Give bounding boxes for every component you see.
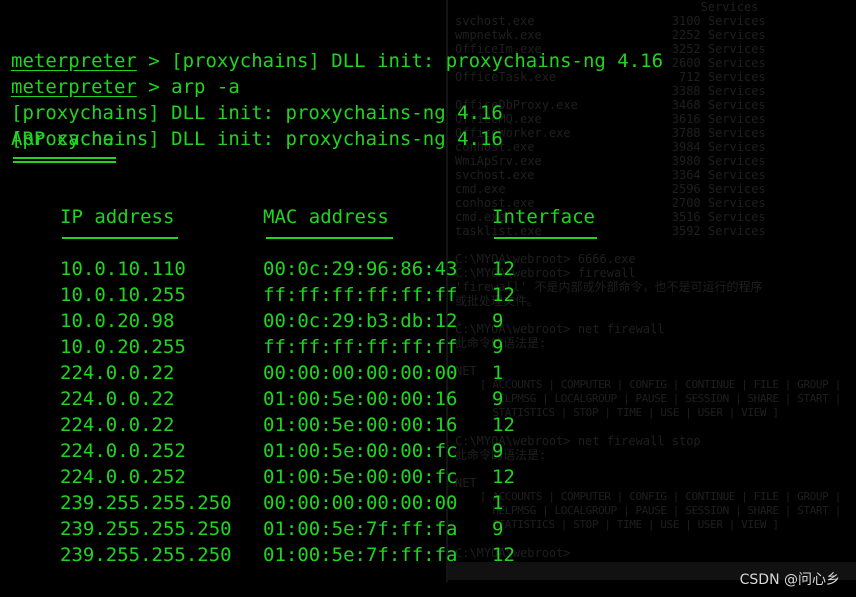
- arp-ip-cell: 10.0.10.255: [60, 284, 186, 306]
- arp-ip-cell: 224.0.0.252: [60, 440, 186, 462]
- header-ip-address: IP address: [60, 206, 175, 228]
- terminal-line: meterpreter > [proxychains] DLL init: pr…: [11, 48, 663, 74]
- arp-ip-cell: 10.0.20.255: [60, 336, 186, 358]
- arp-iface-cell: 12: [492, 466, 515, 488]
- line-text: > arp -a: [136, 76, 240, 98]
- arp-iface-cell: 9: [492, 518, 504, 540]
- arp-ip-cell: 239.255.255.250: [60, 518, 232, 540]
- arp-mac-cell: 01:00:5e:00:00:fc: [263, 440, 458, 462]
- arp-mac-cell: ff:ff:ff:ff:ff:ff: [263, 284, 458, 306]
- arp-iface-cell: 9: [492, 388, 504, 410]
- arp-iface-cell: 12: [492, 414, 515, 436]
- arp-row: 224.0.0.252 01:00:5e:00:00:fc 9: [11, 438, 571, 464]
- arp-title-underline: [13, 157, 116, 163]
- arp-ip-cell: 224.0.0.22: [60, 388, 175, 410]
- arp-row: 10.0.10.110 00:0c:29:96:86:43 12: [11, 256, 571, 282]
- arp-iface-cell: 12: [492, 284, 515, 306]
- line-text: > [proxychains] DLL init: proxychains-ng…: [136, 50, 664, 72]
- meterpreter-prompt: meterpreter: [11, 76, 137, 98]
- arp-iface-cell: 1: [492, 492, 504, 514]
- header-interface: Interface: [492, 206, 595, 228]
- header-interface-underline: [494, 237, 597, 239]
- arp-row: 10.0.20.255 ff:ff:ff:ff:ff:ff 9: [11, 334, 571, 360]
- arp-iface-cell: 9: [492, 336, 504, 358]
- arp-iface-cell: 1: [492, 362, 504, 384]
- arp-row: 224.0.0.22 00:00:00:00:00:00 1: [11, 360, 571, 386]
- arp-ip-cell: 224.0.0.22: [60, 414, 175, 436]
- header-mac-underline: [266, 237, 393, 239]
- terminal-line: [proxychains] DLL init: proxychains-ng 4…: [11, 100, 663, 126]
- arp-iface-cell: 12: [492, 258, 515, 280]
- arp-row: 224.0.0.22 01:00:5e:00:00:16 12: [11, 412, 571, 438]
- arp-ip-cell: 224.0.0.22: [60, 362, 175, 384]
- arp-mac-cell: 00:0c:29:b3:db:12: [263, 310, 458, 332]
- arp-ip-cell: 10.0.10.110: [60, 258, 186, 280]
- arp-cache-title: ARP cache: [11, 128, 114, 150]
- arp-mac-cell: 00:00:00:00:00:00: [263, 362, 458, 384]
- arp-ip-cell: 224.0.0.252: [60, 466, 186, 488]
- arp-mac-cell: 01:00:5e:7f:ff:fa: [263, 544, 458, 566]
- arp-mac-cell: 01:00:5e:00:00:16: [263, 414, 458, 436]
- arp-row: 224.0.0.252 01:00:5e:00:00:fc 12: [11, 464, 571, 490]
- arp-row: 239.255.255.250 01:00:5e:7f:ff:fa 9: [11, 516, 571, 542]
- arp-mac-cell: 00:00:00:00:00:00: [263, 492, 458, 514]
- arp-ip-cell: 10.0.20.98: [60, 310, 175, 332]
- arp-row: 239.255.255.250 00:00:00:00:00:00 1: [11, 490, 571, 516]
- line-text: [proxychains] DLL init: proxychains-ng 4…: [11, 102, 503, 124]
- arp-ip-cell: 239.255.255.250: [60, 544, 232, 566]
- arp-row: 239.255.255.250 01:00:5e:7f:ff:fa 12: [11, 542, 571, 568]
- arp-iface-cell: 9: [492, 440, 504, 462]
- arp-iface-cell: 12: [492, 544, 515, 566]
- arp-mac-cell: 01:00:5e:00:00:fc: [263, 466, 458, 488]
- arp-row: 10.0.10.255 ff:ff:ff:ff:ff:ff 12: [11, 282, 571, 308]
- terminal[interactable]: meterpreter > [proxychains] DLL init: pr…: [11, 0, 663, 566]
- header-mac-address: MAC address: [263, 206, 389, 228]
- meterpreter-prompt: meterpreter: [11, 50, 137, 72]
- arp-row: 10.0.20.98 00:0c:29:b3:db:12 9: [11, 308, 571, 334]
- header-ip-underline: [62, 237, 178, 239]
- csdn-watermark: CSDN @问心乡: [739, 572, 840, 588]
- arp-mac-cell: 01:00:5e:00:00:16: [263, 388, 458, 410]
- arp-mac-cell: 01:00:5e:7f:ff:fa: [263, 518, 458, 540]
- arp-row: 224.0.0.22 01:00:5e:00:00:16 9: [11, 386, 571, 412]
- arp-mac-cell: ff:ff:ff:ff:ff:ff: [263, 336, 458, 358]
- arp-mac-cell: 00:0c:29:96:86:43: [263, 258, 458, 280]
- terminal-line: meterpreter > arp -a: [11, 74, 663, 100]
- arp-ip-cell: 239.255.255.250: [60, 492, 232, 514]
- arp-iface-cell: 9: [492, 310, 504, 332]
